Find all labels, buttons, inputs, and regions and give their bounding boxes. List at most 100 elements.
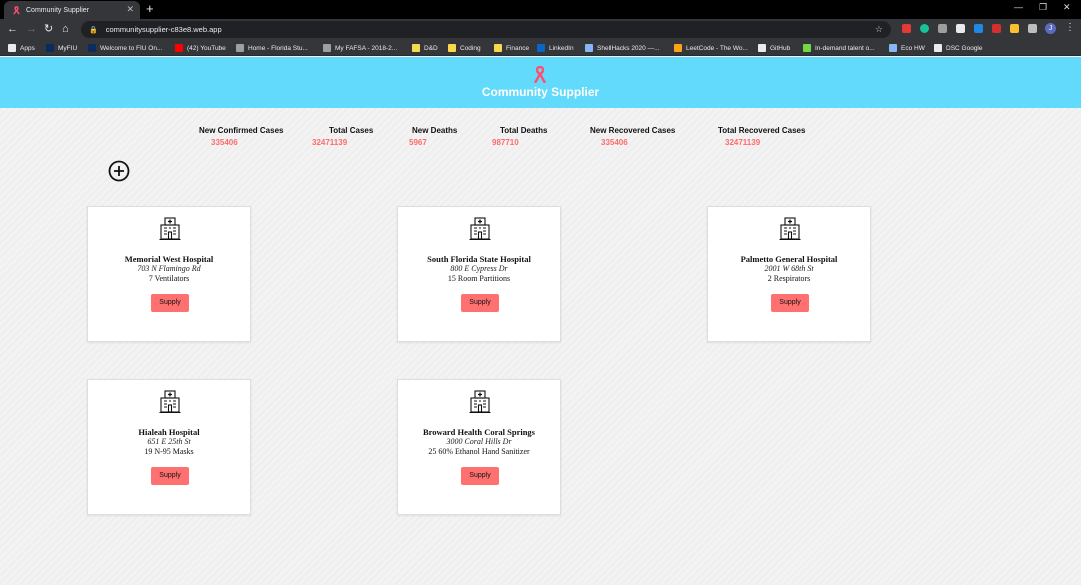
hospital-address: 3000 Coral Hills Dr (446, 437, 512, 446)
bookmark-item[interactable]: Coding (448, 42, 481, 54)
youtube-icon (175, 44, 183, 52)
stat-label: New Confirmed Cases (199, 126, 284, 135)
bookmarks-bar: Apps MyFIU Welcome to FIU On... (42) YouTub… (0, 40, 1081, 56)
supply-button[interactable]: Supply (461, 467, 499, 485)
shellhacks-icon (585, 44, 593, 52)
stat-value: 335406 (211, 138, 238, 147)
bookmark-label: (42) YouTube (187, 44, 226, 52)
browser-tab[interactable]: Community Supplier ✕ (4, 1, 140, 19)
bookmark-label: D&D (424, 44, 438, 52)
minimize-icon[interactable]: — (1014, 2, 1023, 12)
supply-button[interactable]: Supply (151, 294, 189, 312)
reload-icon[interactable]: ↻ (44, 22, 53, 36)
grammarly-icon[interactable] (920, 24, 929, 33)
fiu-icon (88, 44, 96, 52)
fiu-icon (46, 44, 54, 52)
hospital-card: South Florida State Hospital 800 E Cypre… (397, 206, 561, 342)
upwork-icon (803, 44, 811, 52)
bookmark-label: Home - Florida Stu... (248, 44, 308, 52)
restore-icon[interactable]: ❐ (1039, 2, 1047, 13)
ribbon-icon (13, 5, 20, 15)
address-bar[interactable]: 🔒 communitysupplier-c83e8.web.app ☆ (81, 21, 891, 38)
stat-label: Total Recovered Cases (718, 126, 806, 135)
bookmark-item[interactable]: MyFIU (46, 42, 77, 54)
profile-avatar[interactable]: J (1045, 23, 1056, 34)
bookmark-item[interactable]: LinkedIn (537, 42, 574, 54)
lock-icon: 🔒 (89, 26, 98, 34)
tab-title: Community Supplier (26, 6, 90, 14)
hospital-card: Hialeah Hospital 651 E 25th St 19 N-95 M… (87, 379, 251, 515)
puzzle-icon[interactable] (1028, 24, 1037, 33)
awareness-ribbon-icon (534, 66, 546, 83)
github-icon (758, 44, 766, 52)
bookmark-item[interactable]: Eco HW (889, 42, 925, 54)
new-tab-icon[interactable]: + (146, 1, 154, 16)
leetcode-icon (674, 44, 682, 52)
folder-icon (494, 44, 502, 52)
supply-button[interactable]: Supply (771, 294, 809, 312)
back-icon[interactable]: ← (7, 22, 18, 36)
bookmark-item[interactable]: GitHub (758, 42, 790, 54)
bookmark-label: GitHub (770, 44, 791, 52)
folder-icon (448, 44, 456, 52)
app-title: Community Supplier (481, 85, 600, 99)
supply-button[interactable]: Supply (151, 467, 189, 485)
hospital-icon (159, 217, 181, 241)
globe-icon (323, 44, 331, 52)
linkedin-icon (537, 44, 545, 52)
supply-button[interactable]: Supply (461, 294, 499, 312)
supply-need: 2 Respirators (767, 274, 811, 283)
bookmark-item[interactable]: Home - Florida Stu... (236, 42, 308, 54)
bookmark-label: My FAFSA - 2018-2... (335, 44, 398, 52)
bookmark-item[interactable]: ShellHacks 2020 —... (585, 42, 660, 54)
bookmark-item[interactable]: Apps (8, 42, 35, 54)
menu-icon[interactable]: ⋮ (1065, 22, 1075, 33)
hospital-address: 703 N Flamingo Rd (137, 264, 201, 273)
bookmark-label: Coding (460, 44, 481, 52)
extension-icon[interactable] (938, 24, 947, 33)
hospital-name: Hialeah Hospital (138, 427, 200, 437)
stat-label: Total Deaths (500, 126, 548, 135)
bookmark-label: ShellHacks 2020 —... (597, 44, 660, 52)
bookmark-item[interactable]: D&D (412, 42, 438, 54)
extension-icon[interactable] (1010, 24, 1019, 33)
close-window-icon[interactable]: ✕ (1063, 2, 1071, 13)
stat-value: 32471139 (312, 138, 348, 147)
extension-icon[interactable] (992, 24, 1001, 33)
home-icon[interactable]: ⌂ (62, 22, 69, 36)
hospital-address: 651 E 25th St (147, 437, 191, 446)
stat-value: 335406 (601, 138, 628, 147)
close-tab-icon[interactable]: ✕ (126, 4, 134, 15)
stat-value: 5967 (409, 138, 427, 147)
add-request-button[interactable] (108, 160, 130, 182)
bookmark-item[interactable]: (42) YouTube (175, 42, 226, 54)
adblock-icon[interactable] (902, 24, 911, 33)
stat-value: 32471139 (725, 138, 761, 147)
hospital-card: Memorial West Hospital 703 N Flamingo Rd… (87, 206, 251, 342)
stat-label: New Recovered Cases (590, 126, 676, 135)
bookmark-label: MyFIU (58, 44, 78, 52)
hospital-name: South Florida State Hospital (427, 254, 531, 264)
dsc-icon (934, 44, 942, 52)
hospital-icon (469, 390, 491, 414)
stat-label: New Deaths (412, 126, 458, 135)
bookmark-item[interactable]: LeetCode - The Wo... (674, 42, 748, 54)
browser-tabstrip: Community Supplier ✕ + — ❐ ✕ (0, 0, 1081, 19)
bookmark-item[interactable]: My FAFSA - 2018-2... (323, 42, 397, 54)
hospital-icon (469, 217, 491, 241)
app-header: Community Supplier (0, 57, 1081, 108)
bookmark-label: Welcome to FIU On... (100, 44, 163, 52)
bookmark-item[interactable]: Welcome to FIU On... (88, 42, 162, 54)
shield-icon[interactable] (956, 24, 965, 33)
bookmark-item[interactable]: In-demand talent o... (803, 42, 875, 54)
bookmark-item[interactable]: Finance (494, 42, 529, 54)
hospital-address: 800 E Cypress Dr (450, 264, 508, 273)
bookmark-item[interactable]: DSC Google (934, 42, 983, 54)
stat-value: 987710 (492, 138, 519, 147)
forward-icon[interactable]: → (26, 22, 37, 36)
supply-need: 25 60% Ethanol Hand Sanitizer (428, 447, 530, 456)
extension-icon[interactable] (974, 24, 983, 33)
bookmark-label: Finance (506, 44, 530, 52)
hospital-name: Memorial West Hospital (124, 254, 214, 264)
bookmark-star-icon[interactable]: ☆ (875, 24, 883, 35)
